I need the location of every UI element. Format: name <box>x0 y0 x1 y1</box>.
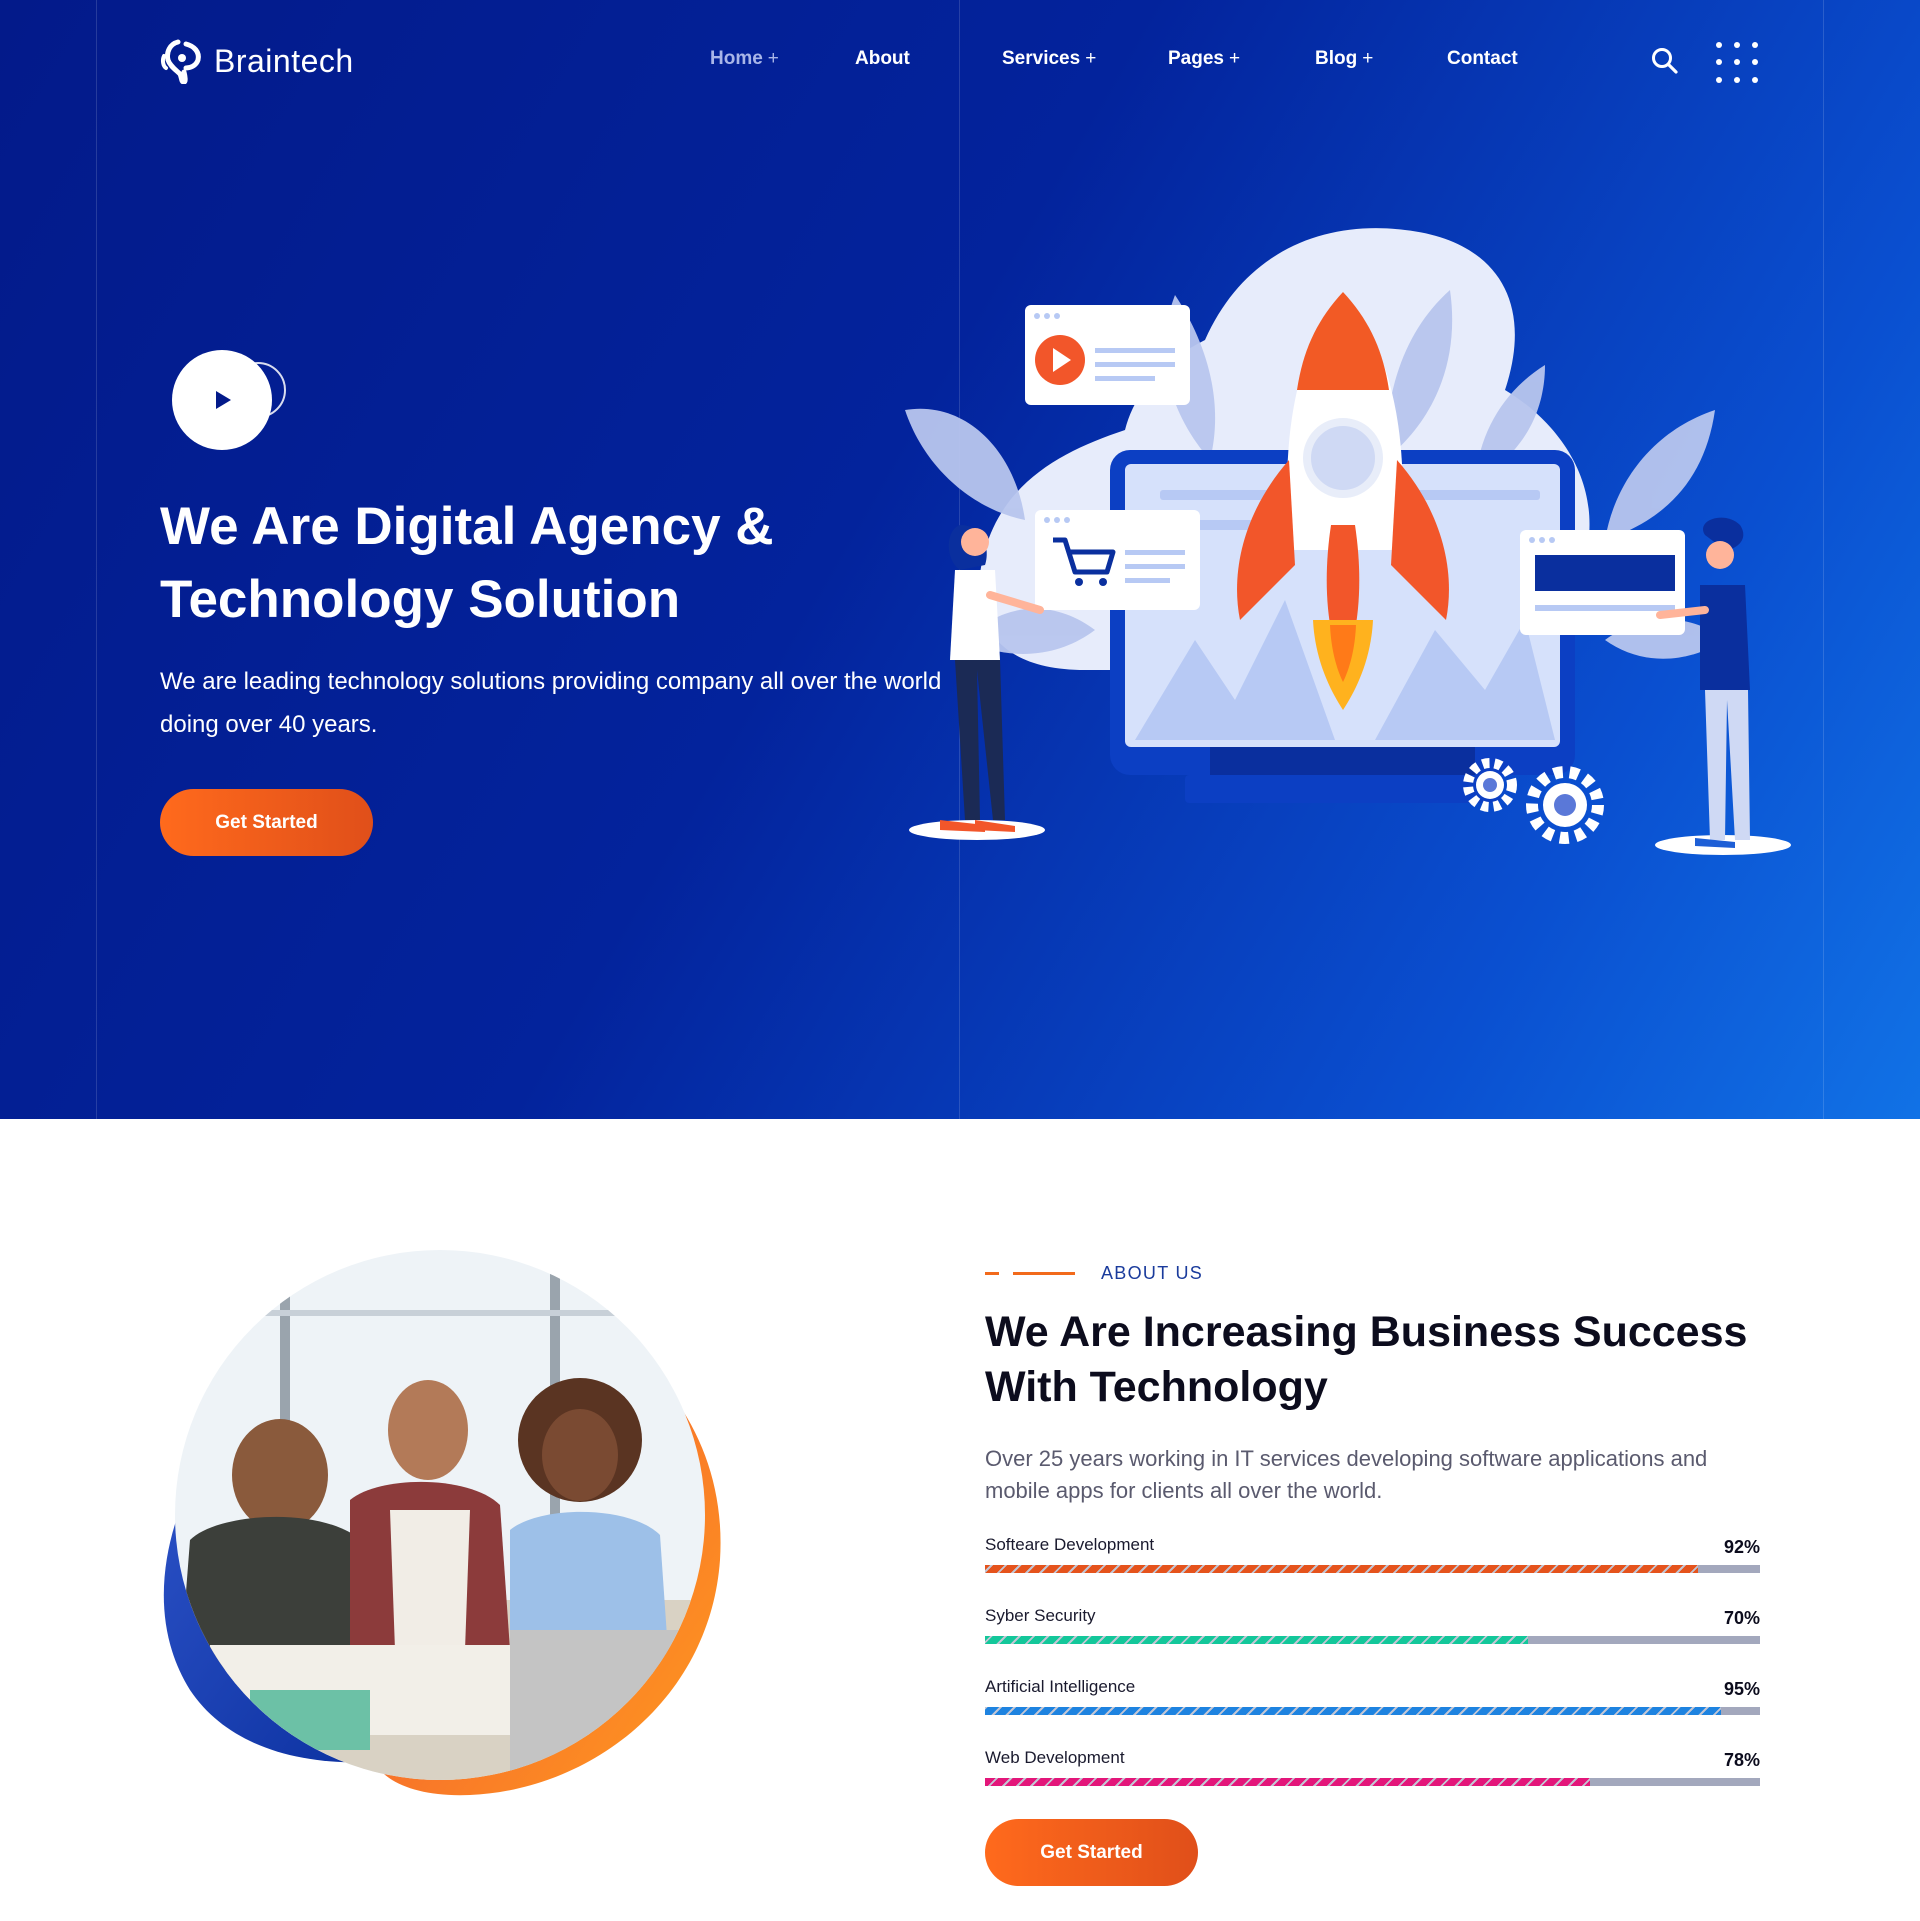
team-photo <box>150 1250 740 1810</box>
get-started-button[interactable]: Get Started <box>985 1819 1198 1886</box>
site-header: Braintech Home + About Services + Pages + B… <box>0 0 1920 125</box>
play-button-circle[interactable] <box>172 350 272 450</box>
nav-services[interactable]: Services + <box>1002 48 1096 70</box>
nav-about[interactable]: About <box>855 48 910 70</box>
video-play-button[interactable] <box>172 350 292 450</box>
section-tag: ABOUT US <box>985 1260 1203 1286</box>
nav-label: Home <box>710 48 763 69</box>
nav-label: Pages <box>1168 48 1224 69</box>
hero-section: Braintech Home + About Services + Pages + B… <box>0 0 1920 1119</box>
hero-description: We are leading technology solutions prov… <box>160 668 942 738</box>
skill-item: Softeare Development 92% <box>985 1535 1760 1595</box>
progress-track <box>985 1565 1760 1573</box>
grid-line <box>1823 0 1824 1119</box>
nav-pages[interactable]: Pages + <box>1168 48 1240 70</box>
skill-percent: 95% <box>1723 1679 1760 1699</box>
dots-grid-icon[interactable] <box>1716 42 1758 84</box>
section-tag-label: ABOUT US <box>1101 1262 1204 1283</box>
skill-item: Syber Security 70% <box>985 1606 1760 1666</box>
video-card-illustration <box>1025 305 1190 405</box>
browser-card-illustration <box>1520 530 1685 635</box>
skill-name: Syber Security <box>985 1606 1096 1625</box>
progress-fill <box>985 1778 1590 1786</box>
skill-name: Artificial Intelligence <box>985 1677 1136 1696</box>
about-title: We Are Increasing Business Success With … <box>985 1308 1748 1411</box>
progress-track <box>985 1778 1760 1786</box>
nav-label: Blog <box>1315 48 1358 69</box>
skill-name: Web Development <box>985 1748 1125 1767</box>
skill-percent: 92% <box>1723 1537 1760 1557</box>
submenu-plus-icon: + <box>767 48 779 69</box>
progress-fill <box>985 1636 1528 1644</box>
skill-percent: 70% <box>1723 1608 1760 1628</box>
hero-title: We Are Digital Agency & Technology Solut… <box>160 497 774 629</box>
submenu-plus-icon: + <box>1228 48 1241 69</box>
progress-fill <box>985 1565 1698 1573</box>
main-nav: Home + About Services + Pages + Blog + Conta… <box>0 48 1920 78</box>
play-icon <box>216 391 231 409</box>
progress-track <box>985 1707 1760 1715</box>
search-button[interactable] <box>1650 46 1680 76</box>
progress-track <box>985 1636 1760 1644</box>
nav-label: About <box>855 48 910 69</box>
submenu-plus-icon: + <box>1362 48 1374 69</box>
tag-dash-decoration <box>985 1271 999 1275</box>
skill-item: Web Development 78% <box>985 1748 1760 1808</box>
skill-percent: 78% <box>1723 1750 1760 1770</box>
search-icon <box>1652 48 1678 74</box>
get-started-button[interactable]: Get Started <box>160 789 373 856</box>
rocket-illustration <box>905 228 1791 855</box>
nav-home[interactable]: Home + <box>710 48 779 70</box>
grid-line <box>96 0 97 1119</box>
progress-fill <box>985 1707 1722 1715</box>
about-description: Over 25 years working in IT services dev… <box>985 1446 1708 1503</box>
nav-contact[interactable]: Contact <box>1447 48 1518 70</box>
nav-label: Contact <box>1447 48 1518 69</box>
team-photo-illustration <box>163 1250 721 1796</box>
cart-card-illustration <box>1035 510 1200 610</box>
skill-item: Artificial Intelligence 95% <box>985 1677 1760 1737</box>
skill-name: Softeare Development <box>985 1535 1155 1554</box>
submenu-plus-icon: + <box>1085 48 1097 69</box>
tag-line-decoration <box>1013 1271 1075 1275</box>
nav-blog[interactable]: Blog + <box>1315 48 1373 70</box>
nav-label: Services <box>1002 48 1081 69</box>
